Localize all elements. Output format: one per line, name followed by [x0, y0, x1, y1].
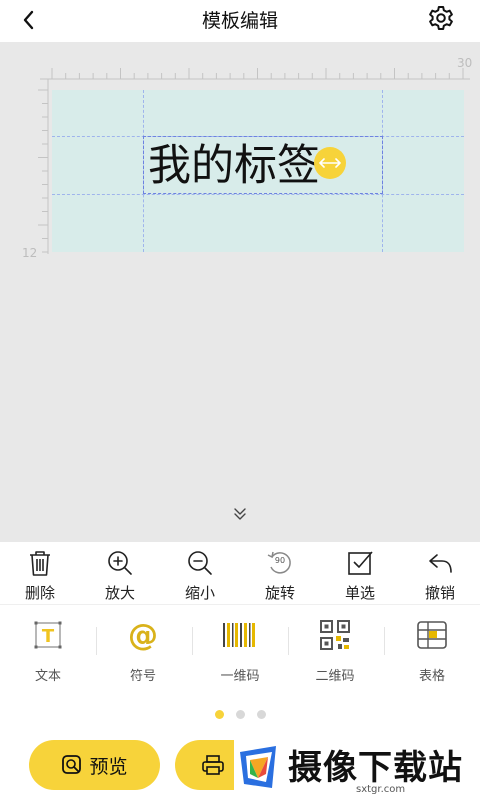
trash-icon: [30, 551, 50, 576]
double-chevron-down-icon: [234, 508, 246, 520]
single-select-button[interactable]: 单选: [330, 548, 390, 603]
top-bar: 模板编辑: [0, 0, 480, 42]
add-symbol-button[interactable]: @ 符号: [108, 617, 178, 685]
element-palette: T 文本 @ 符号 一维码 二维码 表格: [0, 605, 480, 695]
at-symbol-icon: @: [128, 617, 158, 653]
undo-label: 撤销: [424, 584, 455, 602]
add-table-button[interactable]: 表格: [397, 617, 467, 684]
watermark-url: sxtgr.com: [356, 784, 406, 795]
edit-toolbar: 删除 放大 缩小 90 旋转 单选 撤销: [0, 542, 480, 604]
qrcode-label: 二维码: [315, 669, 355, 684]
rotate-angle-badge: 90: [274, 556, 286, 565]
editor-canvas[interactable]: 30 12 我的标签: [0, 42, 480, 542]
preview-icon: [62, 755, 82, 774]
page-dot-active[interactable]: [215, 710, 224, 719]
separator: [96, 627, 97, 655]
delete-button[interactable]: 删除: [10, 548, 70, 603]
watermark: 摄像下载站 sxtgr.com: [234, 738, 480, 800]
settings-button[interactable]: [426, 3, 456, 33]
page-dot[interactable]: [257, 710, 266, 719]
add-qrcode-button[interactable]: 二维码: [300, 617, 370, 684]
zoom-in-label: 放大: [104, 584, 135, 602]
delete-label: 删除: [24, 584, 55, 602]
undo-icon: [429, 554, 452, 573]
rotate-button[interactable]: 90 旋转: [250, 548, 310, 603]
add-text-button[interactable]: T 文本: [13, 617, 83, 684]
add-barcode-button[interactable]: 一维码: [205, 617, 275, 684]
separator: [384, 627, 385, 655]
text-element[interactable]: 我的标签: [143, 136, 383, 194]
undo-button[interactable]: 撤销: [410, 548, 470, 603]
symbol-label: 符号: [129, 669, 156, 684]
zoom-out-icon: [188, 551, 212, 575]
expand-panel-button[interactable]: [227, 504, 253, 524]
preview-button[interactable]: 预览: [29, 740, 160, 790]
printer-icon: [202, 755, 224, 775]
watermark-text: 摄像下载站: [288, 748, 463, 788]
barcode-label: 一维码: [220, 669, 260, 684]
single-select-label: 单选: [344, 584, 375, 602]
page-dot[interactable]: [236, 710, 245, 719]
zoom-in-icon: [108, 551, 132, 575]
zoom-out-label: 缩小: [184, 584, 215, 602]
label-text: 我的标签: [148, 141, 320, 191]
checkbox-icon: [348, 551, 373, 575]
guide-line: [52, 194, 464, 195]
zoom-in-button[interactable]: 放大: [90, 548, 150, 603]
preview-label: 预览: [89, 755, 128, 778]
resize-handle[interactable]: [314, 147, 346, 179]
resize-arrows-icon: [319, 158, 341, 168]
text-glyph: T: [42, 626, 55, 647]
table-label: 表格: [418, 669, 445, 684]
zoom-out-button[interactable]: 缩小: [170, 548, 230, 603]
page-indicator: [0, 710, 480, 720]
ruler-top-end-label: 30: [457, 56, 473, 70]
gear-icon: [429, 6, 453, 30]
ruler-left-end-label: 12: [22, 246, 38, 260]
separator: [192, 627, 193, 655]
label-paper[interactable]: 我的标签: [52, 90, 464, 252]
rotate-label: 旋转: [264, 584, 295, 602]
separator: [288, 627, 289, 655]
barcode-icon: [223, 623, 255, 647]
watermark-logo-icon: [240, 746, 276, 788]
page-title: 模板编辑: [201, 10, 278, 32]
text-icon: T: [34, 621, 62, 649]
table-icon: [417, 621, 447, 649]
text-label: 文本: [34, 669, 61, 684]
qrcode-icon: [320, 620, 350, 650]
